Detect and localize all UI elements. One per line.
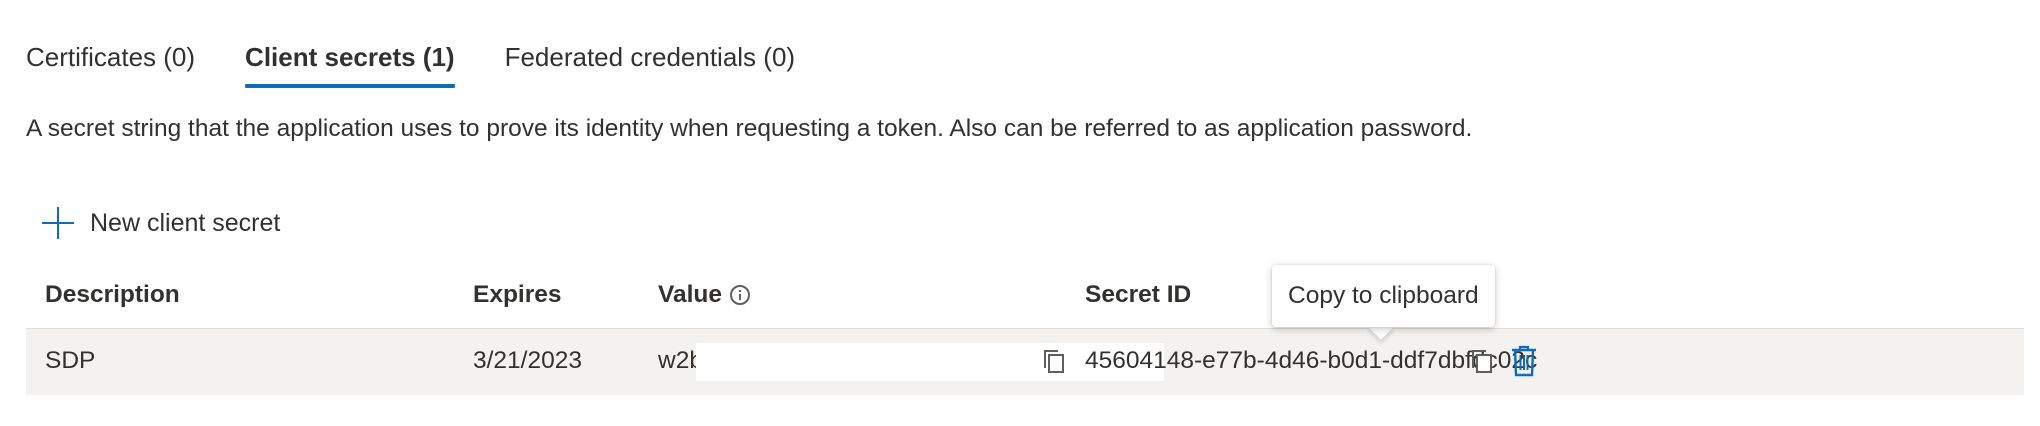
- column-header-value: Value: [658, 278, 751, 312]
- client-secrets-table: Description Expires Value Secret ID SDP …: [26, 268, 2024, 395]
- new-client-secret-button[interactable]: New client secret: [42, 206, 280, 240]
- info-icon[interactable]: [730, 285, 751, 305]
- column-header-secret-id: Secret ID: [1085, 281, 1192, 308]
- tooltip-text: Copy to clipboard: [1288, 282, 1479, 309]
- column-header-description: Description: [45, 281, 180, 308]
- column-header-expires: Expires: [473, 281, 562, 308]
- tab-client-secrets[interactable]: Client secrets (1): [245, 40, 455, 88]
- tab-federated-credentials[interactable]: Federated credentials (0): [505, 40, 795, 88]
- credentials-tablist: Certificates (0) Client secrets (1) Fede…: [26, 36, 845, 88]
- table-header: Description Expires Value Secret ID: [26, 268, 2024, 328]
- cell-expires: 3/21/2023: [473, 347, 582, 374]
- copy-tooltip: Copy to clipboard: [1272, 265, 1495, 327]
- tab-certificates[interactable]: Certificates (0): [26, 40, 195, 88]
- delete-trash-icon[interactable]: [1510, 345, 1538, 377]
- column-header-value-label: Value: [658, 281, 723, 308]
- cell-description: SDP: [45, 347, 96, 374]
- table-row: SDP 3/21/2023 w2b 45604148-e77b-4d46-b0d…: [26, 328, 2024, 395]
- copy-secret-id-icon[interactable]: [1470, 348, 1496, 376]
- copy-value-icon[interactable]: [1042, 348, 1068, 376]
- plus-icon: [42, 207, 74, 239]
- new-client-secret-label: New client secret: [90, 209, 281, 237]
- client-secrets-description: A secret string that the application use…: [26, 115, 1473, 142]
